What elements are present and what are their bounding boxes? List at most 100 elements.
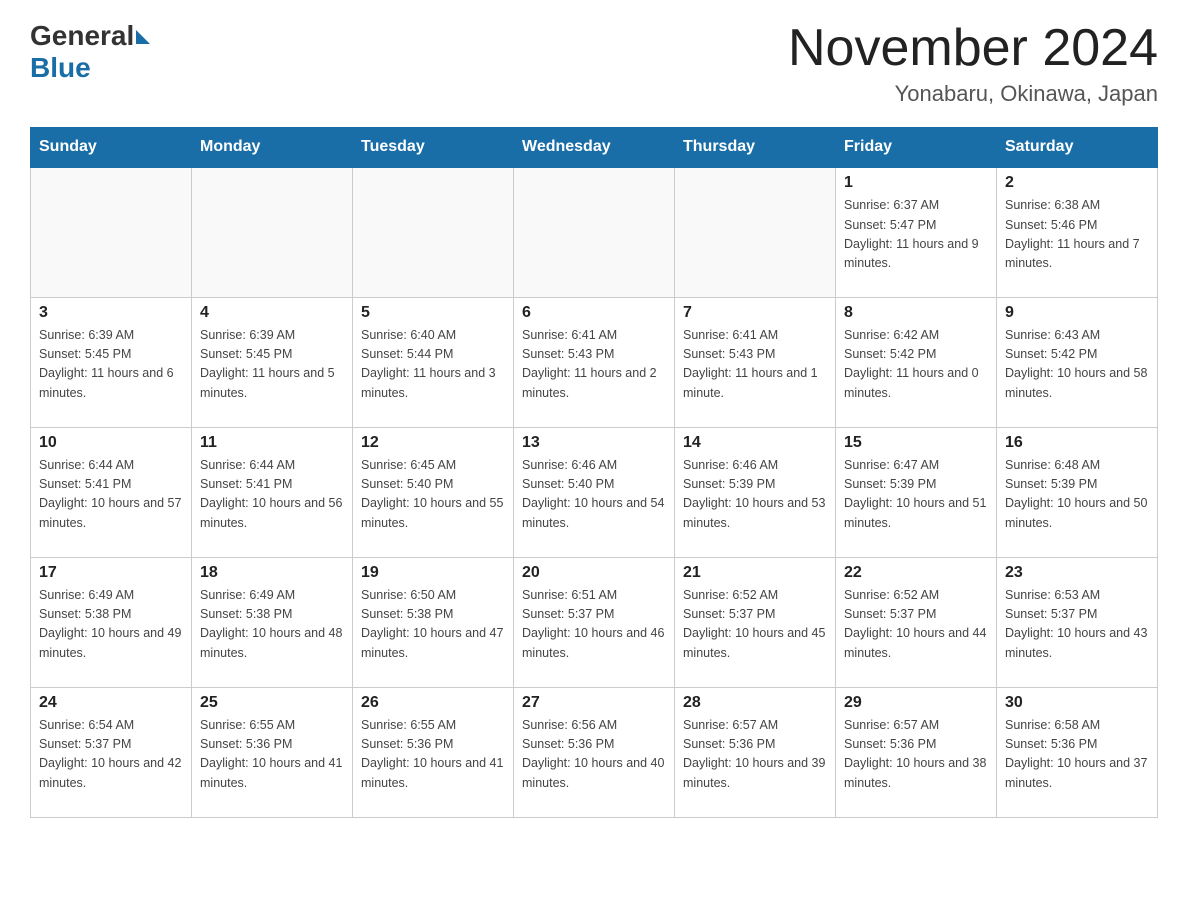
day-info: Sunrise: 6:44 AMSunset: 5:41 PMDaylight:… — [39, 456, 183, 534]
day-info: Sunrise: 6:39 AMSunset: 5:45 PMDaylight:… — [39, 326, 183, 404]
day-info: Sunrise: 6:56 AMSunset: 5:36 PMDaylight:… — [522, 716, 666, 794]
calendar-cell: 14Sunrise: 6:46 AMSunset: 5:39 PMDayligh… — [675, 427, 836, 557]
day-info: Sunrise: 6:42 AMSunset: 5:42 PMDaylight:… — [844, 326, 988, 404]
day-info: Sunrise: 6:44 AMSunset: 5:41 PMDaylight:… — [200, 456, 344, 534]
day-number: 11 — [200, 434, 344, 452]
calendar-cell: 6 Sunrise: 6:41 AMSunset: 5:43 PMDaylight… — [514, 297, 675, 427]
calendar-cell: 7Sunrise: 6:41 AMSunset: 5:43 PMDaylight… — [675, 297, 836, 427]
calendar-cell: 28Sunrise: 6:57 AMSunset: 5:36 PMDayligh… — [675, 687, 836, 817]
logo: General Blue — [30, 20, 150, 84]
day-number: 6 — [522, 304, 666, 322]
calendar-cell: 25 Sunrise: 6:55 AMSunset: 5:36 PMDayligh… — [192, 687, 353, 817]
calendar-cell: 17 Sunrise: 6:49 AMSunset: 5:38 PMDayligh… — [31, 557, 192, 687]
page-header: General Blue November 2024 Yonabaru, Oki… — [30, 20, 1158, 107]
day-number: 2 — [1005, 174, 1149, 192]
calendar-cell: 2 Sunrise: 6:38 AMSunset: 5:46 PMDaylight… — [997, 167, 1158, 297]
calendar-title-area: November 2024 Yonabaru, Okinawa, Japan — [788, 20, 1158, 107]
week-row-3: 10 Sunrise: 6:44 AMSunset: 5:41 PMDayligh… — [31, 427, 1158, 557]
day-number: 4 — [200, 304, 344, 322]
day-info: Sunrise: 6:51 AMSunset: 5:37 PMDaylight:… — [522, 586, 666, 664]
calendar-cell: 10 Sunrise: 6:44 AMSunset: 5:41 PMDayligh… — [31, 427, 192, 557]
day-number: 9 — [1005, 304, 1149, 322]
calendar-cell: 20 Sunrise: 6:51 AMSunset: 5:37 PMDayligh… — [514, 557, 675, 687]
calendar-cell: 15 Sunrise: 6:47 AMSunset: 5:39 PMDayligh… — [836, 427, 997, 557]
calendar-cell: 23Sunrise: 6:53 AMSunset: 5:37 PMDayligh… — [997, 557, 1158, 687]
day-number: 17 — [39, 564, 183, 582]
logo-triangle-icon — [136, 30, 150, 44]
day-number: 7 — [683, 304, 827, 322]
day-number: 15 — [844, 434, 988, 452]
day-info: Sunrise: 6:50 AMSunset: 5:38 PMDaylight:… — [361, 586, 505, 664]
calendar-cell: 8 Sunrise: 6:42 AMSunset: 5:42 PMDaylight… — [836, 297, 997, 427]
day-number: 20 — [522, 564, 666, 582]
day-info: Sunrise: 6:49 AMSunset: 5:38 PMDaylight:… — [39, 586, 183, 664]
day-number: 22 — [844, 564, 988, 582]
day-header-row: SundayMondayTuesdayWednesdayThursdayFrid… — [31, 128, 1158, 168]
day-number: 28 — [683, 694, 827, 712]
day-info: Sunrise: 6:52 AMSunset: 5:37 PMDaylight:… — [844, 586, 988, 664]
day-info: Sunrise: 6:40 AMSunset: 5:44 PMDaylight:… — [361, 326, 505, 404]
day-header-tuesday: Tuesday — [353, 128, 514, 168]
week-row-2: 3 Sunrise: 6:39 AMSunset: 5:45 PMDaylight… — [31, 297, 1158, 427]
calendar-cell — [353, 167, 514, 297]
calendar-table: SundayMondayTuesdayWednesdayThursdayFrid… — [30, 127, 1158, 818]
day-info: Sunrise: 6:57 AMSunset: 5:36 PMDaylight:… — [844, 716, 988, 794]
day-number: 1 — [844, 174, 988, 192]
day-number: 29 — [844, 694, 988, 712]
day-number: 21 — [683, 564, 827, 582]
day-info: Sunrise: 6:55 AMSunset: 5:36 PMDaylight:… — [361, 716, 505, 794]
day-info: Sunrise: 6:38 AMSunset: 5:46 PMDaylight:… — [1005, 196, 1149, 274]
calendar-cell: 13 Sunrise: 6:46 AMSunset: 5:40 PMDayligh… — [514, 427, 675, 557]
day-header-monday: Monday — [192, 128, 353, 168]
day-info: Sunrise: 6:47 AMSunset: 5:39 PMDaylight:… — [844, 456, 988, 534]
calendar-cell: 27 Sunrise: 6:56 AMSunset: 5:36 PMDayligh… — [514, 687, 675, 817]
calendar-cell — [675, 167, 836, 297]
calendar-cell — [31, 167, 192, 297]
calendar-cell: 9 Sunrise: 6:43 AMSunset: 5:42 PMDaylight… — [997, 297, 1158, 427]
week-row-5: 24Sunrise: 6:54 AMSunset: 5:37 PMDayligh… — [31, 687, 1158, 817]
day-header-thursday: Thursday — [675, 128, 836, 168]
day-header-wednesday: Wednesday — [514, 128, 675, 168]
calendar-cell: 11 Sunrise: 6:44 AMSunset: 5:41 PMDayligh… — [192, 427, 353, 557]
calendar-cell — [514, 167, 675, 297]
calendar-subtitle: Yonabaru, Okinawa, Japan — [788, 81, 1158, 107]
calendar-cell: 12 Sunrise: 6:45 AMSunset: 5:40 PMDayligh… — [353, 427, 514, 557]
calendar-cell: 29 Sunrise: 6:57 AMSunset: 5:36 PMDayligh… — [836, 687, 997, 817]
day-number: 26 — [361, 694, 505, 712]
day-number: 18 — [200, 564, 344, 582]
day-info: Sunrise: 6:52 AMSunset: 5:37 PMDaylight:… — [683, 586, 827, 664]
day-number: 10 — [39, 434, 183, 452]
calendar-cell: 3 Sunrise: 6:39 AMSunset: 5:45 PMDaylight… — [31, 297, 192, 427]
day-header-saturday: Saturday — [997, 128, 1158, 168]
calendar-cell: 26 Sunrise: 6:55 AMSunset: 5:36 PMDayligh… — [353, 687, 514, 817]
calendar-cell: 22 Sunrise: 6:52 AMSunset: 5:37 PMDayligh… — [836, 557, 997, 687]
calendar-cell: 19Sunrise: 6:50 AMSunset: 5:38 PMDayligh… — [353, 557, 514, 687]
day-info: Sunrise: 6:58 AMSunset: 5:36 PMDaylight:… — [1005, 716, 1149, 794]
calendar-cell: 1 Sunrise: 6:37 AMSunset: 5:47 PMDaylight… — [836, 167, 997, 297]
day-number: 3 — [39, 304, 183, 322]
week-row-4: 17 Sunrise: 6:49 AMSunset: 5:38 PMDayligh… — [31, 557, 1158, 687]
day-info: Sunrise: 6:37 AMSunset: 5:47 PMDaylight:… — [844, 196, 988, 274]
calendar-cell: 30 Sunrise: 6:58 AMSunset: 5:36 PMDayligh… — [997, 687, 1158, 817]
day-info: Sunrise: 6:55 AMSunset: 5:36 PMDaylight:… — [200, 716, 344, 794]
logo-general-text: General — [30, 20, 150, 52]
day-info: Sunrise: 6:41 AMSunset: 5:43 PMDaylight:… — [522, 326, 666, 404]
week-row-1: 1 Sunrise: 6:37 AMSunset: 5:47 PMDaylight… — [31, 167, 1158, 297]
day-number: 12 — [361, 434, 505, 452]
day-header-sunday: Sunday — [31, 128, 192, 168]
day-info: Sunrise: 6:39 AMSunset: 5:45 PMDaylight:… — [200, 326, 344, 404]
day-info: Sunrise: 6:46 AMSunset: 5:39 PMDaylight:… — [683, 456, 827, 534]
day-info: Sunrise: 6:54 AMSunset: 5:37 PMDaylight:… — [39, 716, 183, 794]
day-info: Sunrise: 6:43 AMSunset: 5:42 PMDaylight:… — [1005, 326, 1149, 404]
day-number: 30 — [1005, 694, 1149, 712]
day-number: 8 — [844, 304, 988, 322]
day-number: 27 — [522, 694, 666, 712]
day-header-friday: Friday — [836, 128, 997, 168]
day-number: 25 — [200, 694, 344, 712]
day-number: 5 — [361, 304, 505, 322]
day-number: 13 — [522, 434, 666, 452]
day-info: Sunrise: 6:45 AMSunset: 5:40 PMDaylight:… — [361, 456, 505, 534]
day-number: 16 — [1005, 434, 1149, 452]
day-info: Sunrise: 6:46 AMSunset: 5:40 PMDaylight:… — [522, 456, 666, 534]
day-info: Sunrise: 6:48 AMSunset: 5:39 PMDaylight:… — [1005, 456, 1149, 534]
